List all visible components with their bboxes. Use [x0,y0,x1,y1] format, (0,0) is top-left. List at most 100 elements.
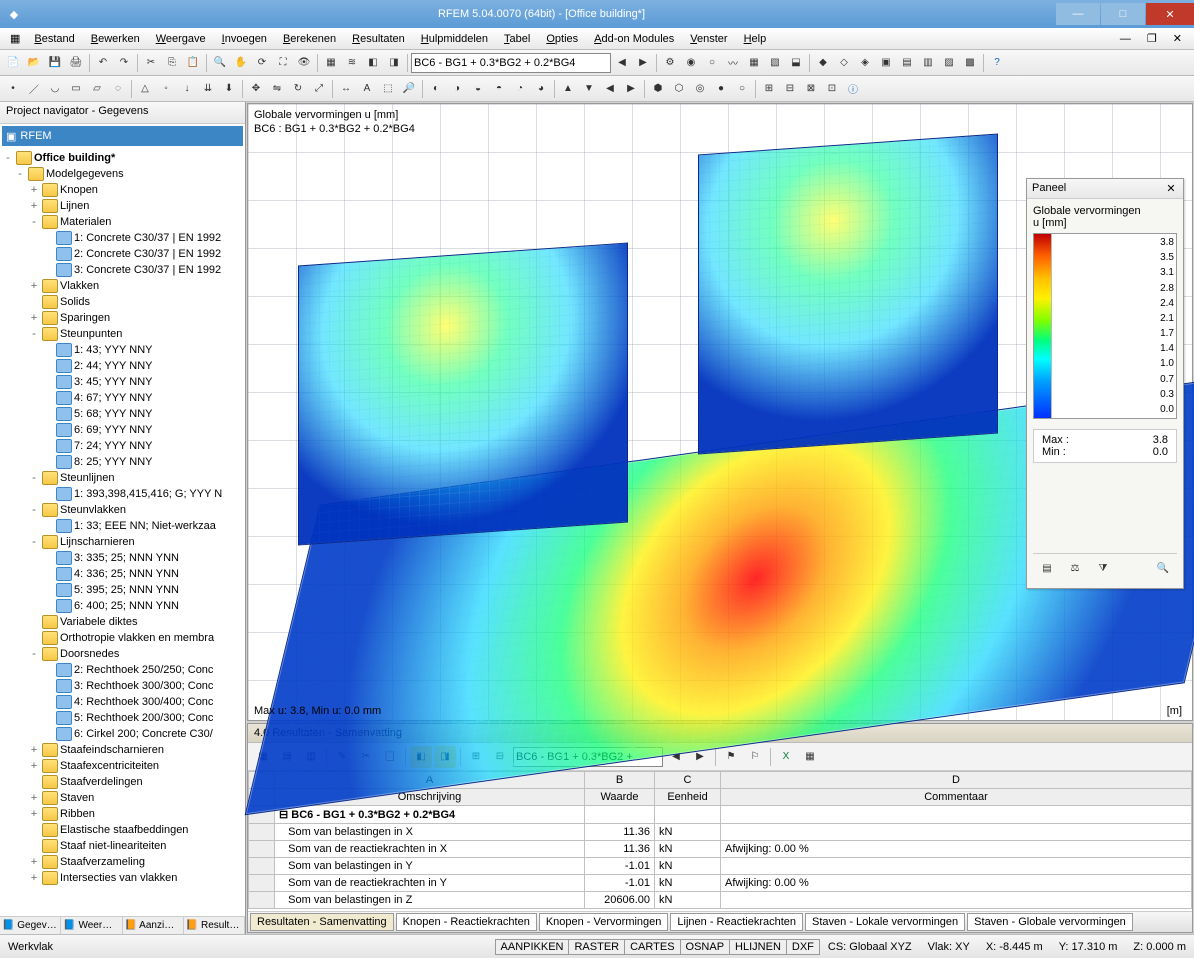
tree-item[interactable]: 4: Rechthoek 300/400; Conc [2,694,245,710]
arc-icon[interactable]: ◡ [45,79,65,99]
res-tb-l[interactable]: ⚐ [744,746,766,768]
status-toggle-cartes[interactable]: CARTES [624,939,680,955]
status-toggle-osnap[interactable]: OSNAP [680,939,731,955]
open-icon[interactable]: 📂 [24,53,44,73]
loadcase-combo[interactable] [411,53,611,73]
tree-item[interactable]: 3: 335; 25; NNN YNN [2,550,245,566]
res-tb-k[interactable]: ⚑ [720,746,742,768]
t2q[interactable]: ⊟ [780,79,800,99]
status-toggle-raster[interactable]: RASTER [568,939,625,955]
tree-item[interactable]: -Steunlijnen [2,470,245,486]
results-tab[interactable]: Staven - Globale vervormingen [967,913,1133,931]
results-tab[interactable]: Staven - Lokale vervormingen [805,913,965,931]
res-tb-calc-icon[interactable]: ▦ [799,746,821,768]
copy-icon[interactable]: ⎘ [162,53,182,73]
move-icon[interactable]: ✥ [246,79,266,99]
save-icon[interactable]: 💾 [45,53,65,73]
menu-bestand[interactable]: Bestand [26,31,82,47]
tb4[interactable]: ▣ [876,53,896,73]
fit-icon[interactable]: ⛶ [273,53,293,73]
node-icon[interactable]: • [3,79,23,99]
tree-item[interactable]: 3: Concrete C30/37 | EN 1992 [2,262,245,278]
tb-b[interactable]: ◨ [384,53,404,73]
load-icon[interactable]: ↓ [177,79,197,99]
results-tab[interactable]: Knopen - Reactiekrachten [396,913,537,931]
panel-btn-zoom[interactable]: 🔍 [1153,558,1173,578]
tb5[interactable]: ▤ [897,53,917,73]
grid-icon[interactable]: ▦ [321,53,341,73]
nav-tab[interactable]: 📙 Aanzi… [123,917,184,934]
tb7[interactable]: ▨ [939,53,959,73]
menu-venster[interactable]: Venster [682,31,735,47]
rotate-icon[interactable]: ⟳ [252,53,272,73]
results-tab[interactable]: Knopen - Vervormingen [539,913,669,931]
view-icon[interactable]: 👁 [294,53,314,73]
aload-icon[interactable]: ⬇ [219,79,239,99]
tree-item[interactable]: -Lijnscharnieren [2,534,245,550]
menu-invoegen[interactable]: Invoegen [214,31,275,47]
prev-lc-icon[interactable]: ◀ [612,53,632,73]
tree-item[interactable]: +Vlakken [2,278,245,294]
t2l[interactable]: ⬡ [669,79,689,99]
t2a[interactable]: ◐ [426,79,446,99]
tree-item[interactable]: +Knopen [2,182,245,198]
panel-btn-colors[interactable]: ▤ [1037,558,1057,578]
tree-item[interactable]: 6: 400; 25; NNN YNN [2,598,245,614]
open-icon2[interactable]: ◌ [108,79,128,99]
status-toggle-hlijnen[interactable]: HLIJNEN [729,939,787,955]
menu-tabel[interactable]: Tabel [496,31,538,47]
info-icon[interactable]: ⓘ [843,79,863,99]
table-row[interactable]: Som van belastingen in X11.36kN [249,824,1192,841]
minimize-button[interactable]: — [1056,3,1100,25]
tree-item[interactable]: 1: 393,398,415,416; G; YYY N [2,486,245,502]
t2m[interactable]: ◎ [690,79,710,99]
tb6[interactable]: ▥ [918,53,938,73]
tree-item[interactable]: +Lijnen [2,198,245,214]
menu-bewerken[interactable]: Bewerken [83,31,148,47]
undo-icon[interactable]: ↶ [93,53,113,73]
nav-tab[interactable]: 📙 Result… [184,917,245,934]
hinge-icon[interactable]: ◦ [156,79,176,99]
menu-opties[interactable]: Opties [538,31,586,47]
tree-item[interactable]: 2: 44; YYY NNY [2,358,245,374]
t2p[interactable]: ⊞ [759,79,779,99]
mdi-close[interactable]: ✕ [1165,30,1190,47]
sup-icon[interactable]: △ [135,79,155,99]
panel-close-icon[interactable]: ✕ [1164,182,1178,195]
help-icon[interactable]: ? [987,53,1007,73]
tree-item[interactable]: +Staafexcentriciteiten [2,758,245,774]
t2j[interactable]: ▶ [621,79,641,99]
navigator-root[interactable]: ▣RFEM [2,126,243,146]
t2r[interactable]: ⊠ [801,79,821,99]
t2o[interactable]: ○ [732,79,752,99]
pan-icon[interactable]: ✋ [231,53,251,73]
panel-btn-scale[interactable]: ⚖ [1065,558,1085,578]
res-tb-excel-icon[interactable]: X [775,746,797,768]
lload-icon[interactable]: ⇊ [198,79,218,99]
t2s[interactable]: ⊡ [822,79,842,99]
close-button[interactable]: ✕ [1146,3,1194,25]
new-icon[interactable]: 📄 [3,53,23,73]
tree-item[interactable]: 6: Cirkel 200; Concrete C30/ [2,726,245,742]
tb1[interactable]: ◆ [813,53,833,73]
t2d[interactable]: ◓ [489,79,509,99]
print-icon[interactable]: 🖨 [66,53,86,73]
next-lc-icon[interactable]: ▶ [633,53,653,73]
table-row[interactable]: Som van belastingen in Y-1.01kN [249,858,1192,875]
menu-hulpmiddelen[interactable]: Hulpmiddelen [413,31,496,47]
menu-resultaten[interactable]: Resultaten [344,31,413,47]
status-toggle-dxf[interactable]: DXF [786,939,820,955]
tree-project[interactable]: - Office building* [2,150,245,166]
tree-item[interactable]: Solids [2,294,245,310]
tree-item[interactable]: 3: Rechthoek 300/300; Conc [2,678,245,694]
tree-item[interactable]: Variabele diktes [2,614,245,630]
paste-icon[interactable]: 📋 [183,53,203,73]
res-on-icon[interactable]: ◉ [681,53,701,73]
tree-item[interactable]: 7: 24; YYY NNY [2,438,245,454]
table-row[interactable]: Som van de reactiekrachten in X11.36kNAf… [249,841,1192,858]
t2h[interactable]: ▼ [579,79,599,99]
tb-a[interactable]: ◧ [363,53,383,73]
results-tab[interactable]: Resultaten - Samenvatting [250,913,394,931]
tree-item[interactable]: 3: 45; YYY NNY [2,374,245,390]
res-off-icon[interactable]: ○ [702,53,722,73]
